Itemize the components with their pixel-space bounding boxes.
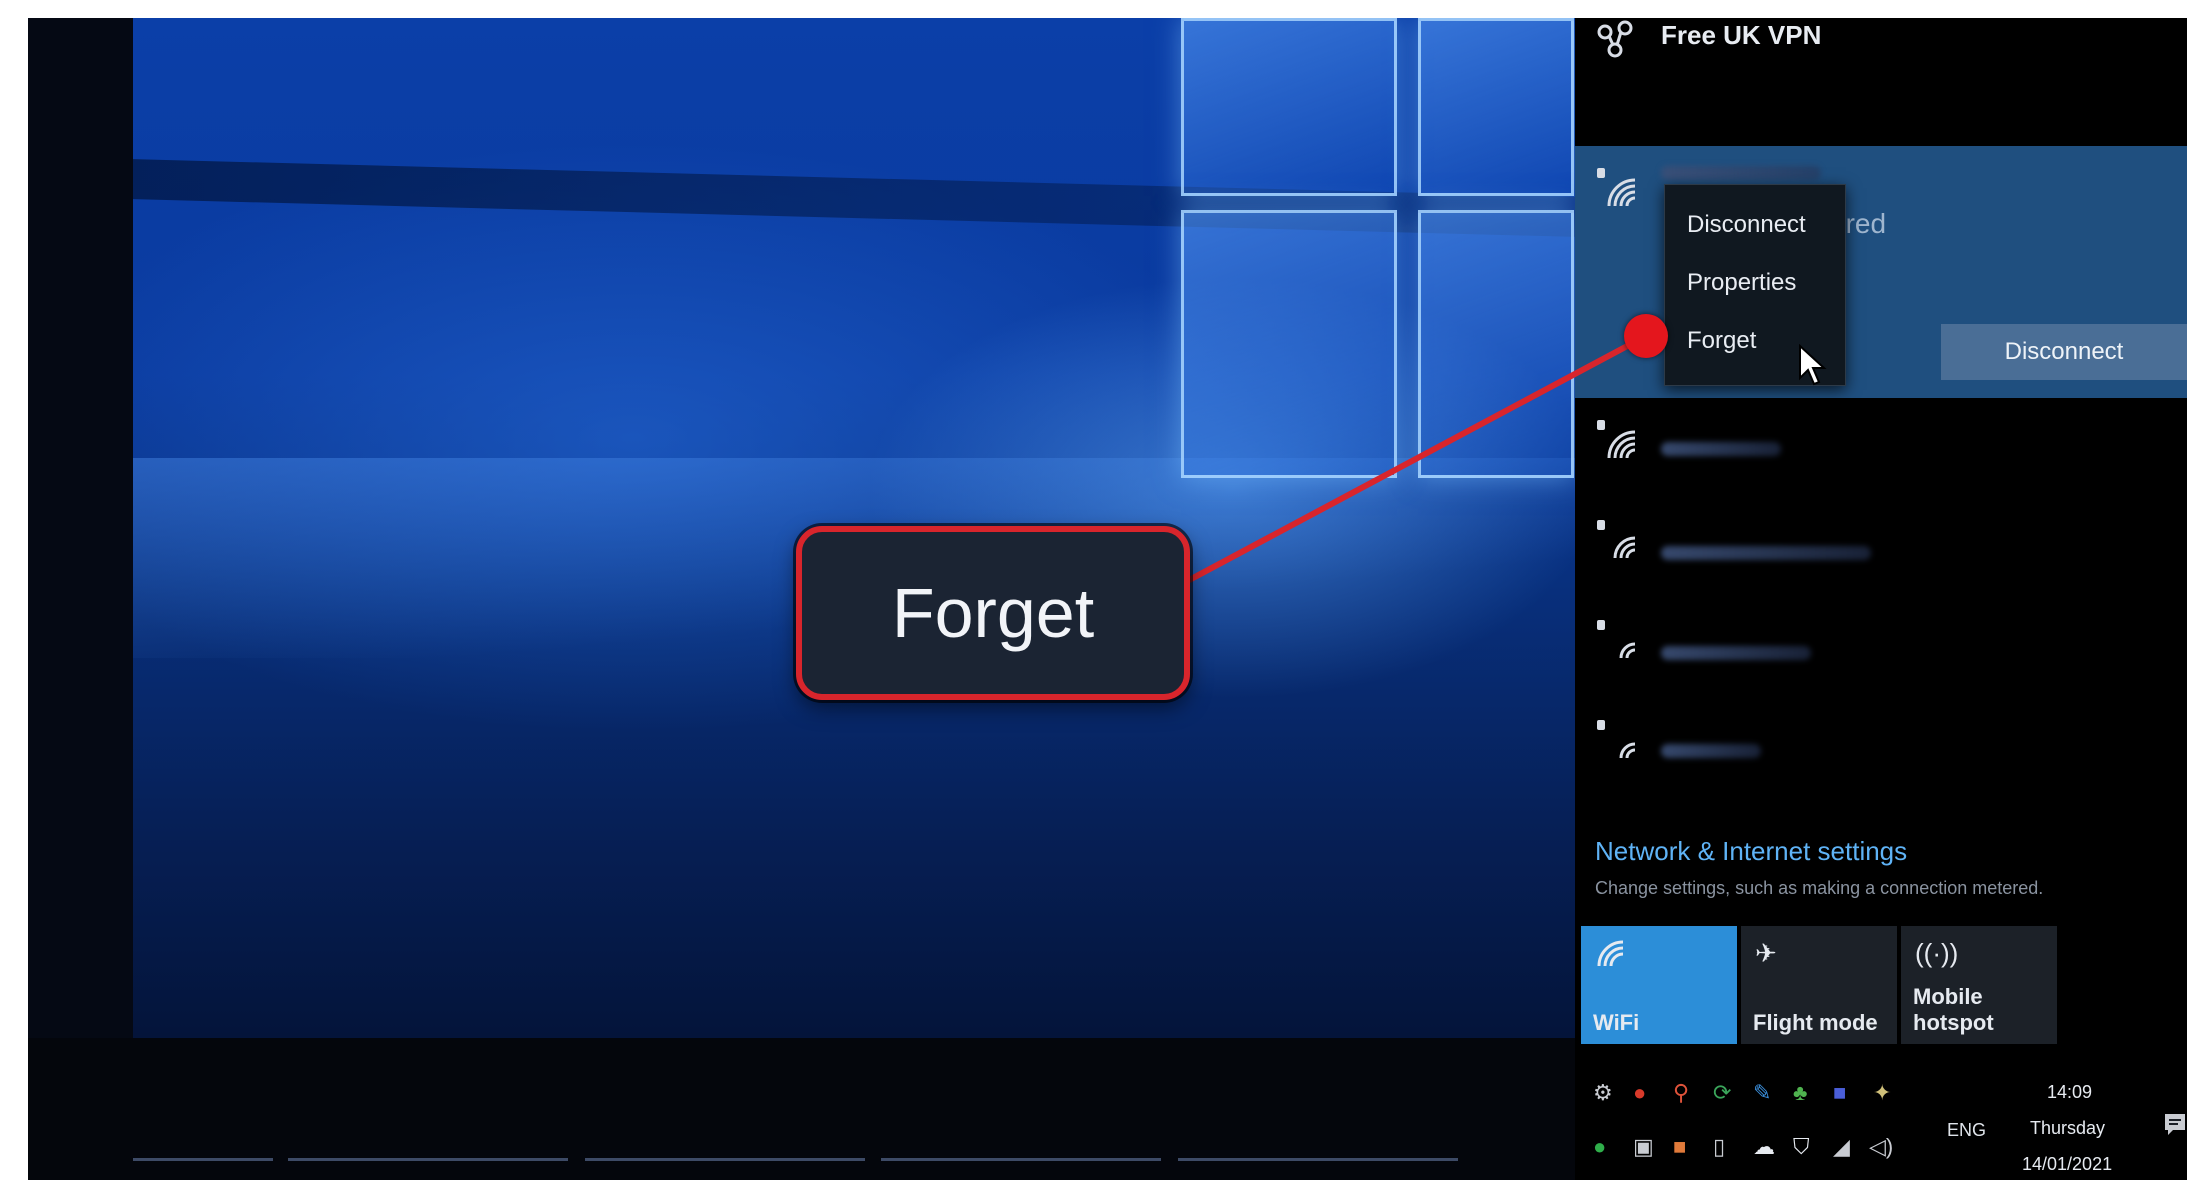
secured-wifi-icon (1597, 720, 1636, 759)
mobile-hotspot-label: Mobile hotspot (1913, 984, 1994, 1035)
window-pane (1181, 18, 1397, 196)
vpn-name: Free UK VPN (1661, 20, 1822, 50)
taskbar-indicator (1178, 1158, 1458, 1161)
clock-day[interactable]: Thursday (2030, 1118, 2105, 1139)
hotspot-icon: ((·)) (1915, 938, 1959, 968)
network-name-blurred (1661, 442, 1781, 456)
system-tray: ⚙ ● ⚲ ⟳ ✎ ♣ ■ ✦ ● ▣ ■ ▯ ☁ ⛉ ◢ ◁) ENG 14:… (1575, 1058, 2187, 1180)
app-icon[interactable]: ● (1593, 1134, 1606, 1160)
language-indicator[interactable]: ENG (1947, 1120, 1986, 1141)
pen-app-icon[interactable]: ✎ (1753, 1080, 1771, 1106)
context-menu-forget[interactable]: Forget (1687, 327, 1756, 355)
network-item[interactable] (1575, 718, 2187, 788)
opera-icon[interactable]: ● (1633, 1080, 1646, 1106)
clock-date[interactable]: 14/01/2021 (2022, 1154, 2112, 1175)
callout-pointer-dot (1624, 314, 1668, 358)
window-pane (1418, 18, 1574, 196)
airplane-icon: ✈ (1755, 938, 1777, 968)
window-pane (1418, 210, 1574, 478)
app-icon[interactable]: ✦ (1873, 1080, 1891, 1106)
wifi-toggle[interactable]: WiFi (1581, 926, 1737, 1044)
taskbar-indicator (585, 1158, 865, 1161)
callout-label: Forget (891, 574, 1095, 652)
vpn-row[interactable]: Free UK VPN (1575, 18, 2187, 98)
disconnect-button[interactable]: Disconnect (1941, 324, 2187, 380)
secured-wifi-icon (1597, 520, 1636, 559)
clipboard-icon[interactable]: ▣ (1633, 1134, 1654, 1160)
secured-wifi-icon (1597, 420, 1636, 459)
window-pane (1181, 210, 1397, 478)
secured-wifi-icon (1597, 168, 1636, 207)
taskbar-indicator (881, 1158, 1161, 1161)
app-icon[interactable]: ♣ (1793, 1080, 1807, 1106)
refresh-app-icon[interactable]: ⟳ (1713, 1080, 1731, 1106)
search-app-icon[interactable]: ⚲ (1673, 1080, 1689, 1106)
app-icon[interactable]: ■ (1833, 1080, 1846, 1106)
notification-center-icon[interactable] (2163, 1112, 2187, 1138)
cloud-icon[interactable]: ☁ (1753, 1134, 1775, 1160)
flight-mode-toggle[interactable]: ✈ Flight mode (1741, 926, 1897, 1044)
taskbar-indicator (133, 1158, 273, 1161)
wifi-tray-icon[interactable]: ◢ (1833, 1134, 1850, 1160)
network-settings-description: Change settings, such as making a connec… (1595, 878, 2044, 898)
network-name-blurred (1661, 744, 1761, 758)
mouse-cursor-icon (1799, 344, 1827, 386)
usb-icon[interactable]: ▯ (1713, 1134, 1725, 1160)
secured-wifi-icon (1597, 620, 1636, 659)
forget-callout: Forget (796, 526, 1190, 700)
screenshot-frame: Free UK VPN ured Disconnect Network & In… (28, 18, 2187, 1180)
network-name-blurred (1661, 646, 1811, 660)
vpn-icon (1597, 20, 1633, 58)
settings-gear-icon[interactable]: ⚙ (1593, 1080, 1613, 1106)
context-menu-disconnect[interactable]: Disconnect (1687, 211, 1806, 239)
mobile-hotspot-toggle[interactable]: ((·)) Mobile hotspot (1901, 926, 2057, 1044)
context-menu-properties[interactable]: Properties (1687, 269, 1796, 297)
network-item[interactable] (1575, 418, 2187, 488)
network-item[interactable] (1575, 518, 2187, 588)
clock-time[interactable]: 14:09 (2047, 1082, 2092, 1103)
network-name-blurred (1661, 546, 1871, 560)
network-settings-link[interactable]: Network & Internet settings (1595, 836, 1907, 867)
shield-icon[interactable]: ⛉ (1793, 1134, 1810, 1160)
network-name-blurred (1661, 166, 1821, 180)
taskbar-indicator (288, 1158, 568, 1161)
flight-mode-label: Flight mode (1753, 1010, 1878, 1035)
volume-icon[interactable]: ◁) (1869, 1134, 1893, 1160)
wifi-icon (1597, 940, 1624, 967)
wifi-label: WiFi (1593, 1010, 1640, 1035)
app-icon[interactable]: ■ (1673, 1134, 1686, 1160)
network-item[interactable] (1575, 618, 2187, 688)
